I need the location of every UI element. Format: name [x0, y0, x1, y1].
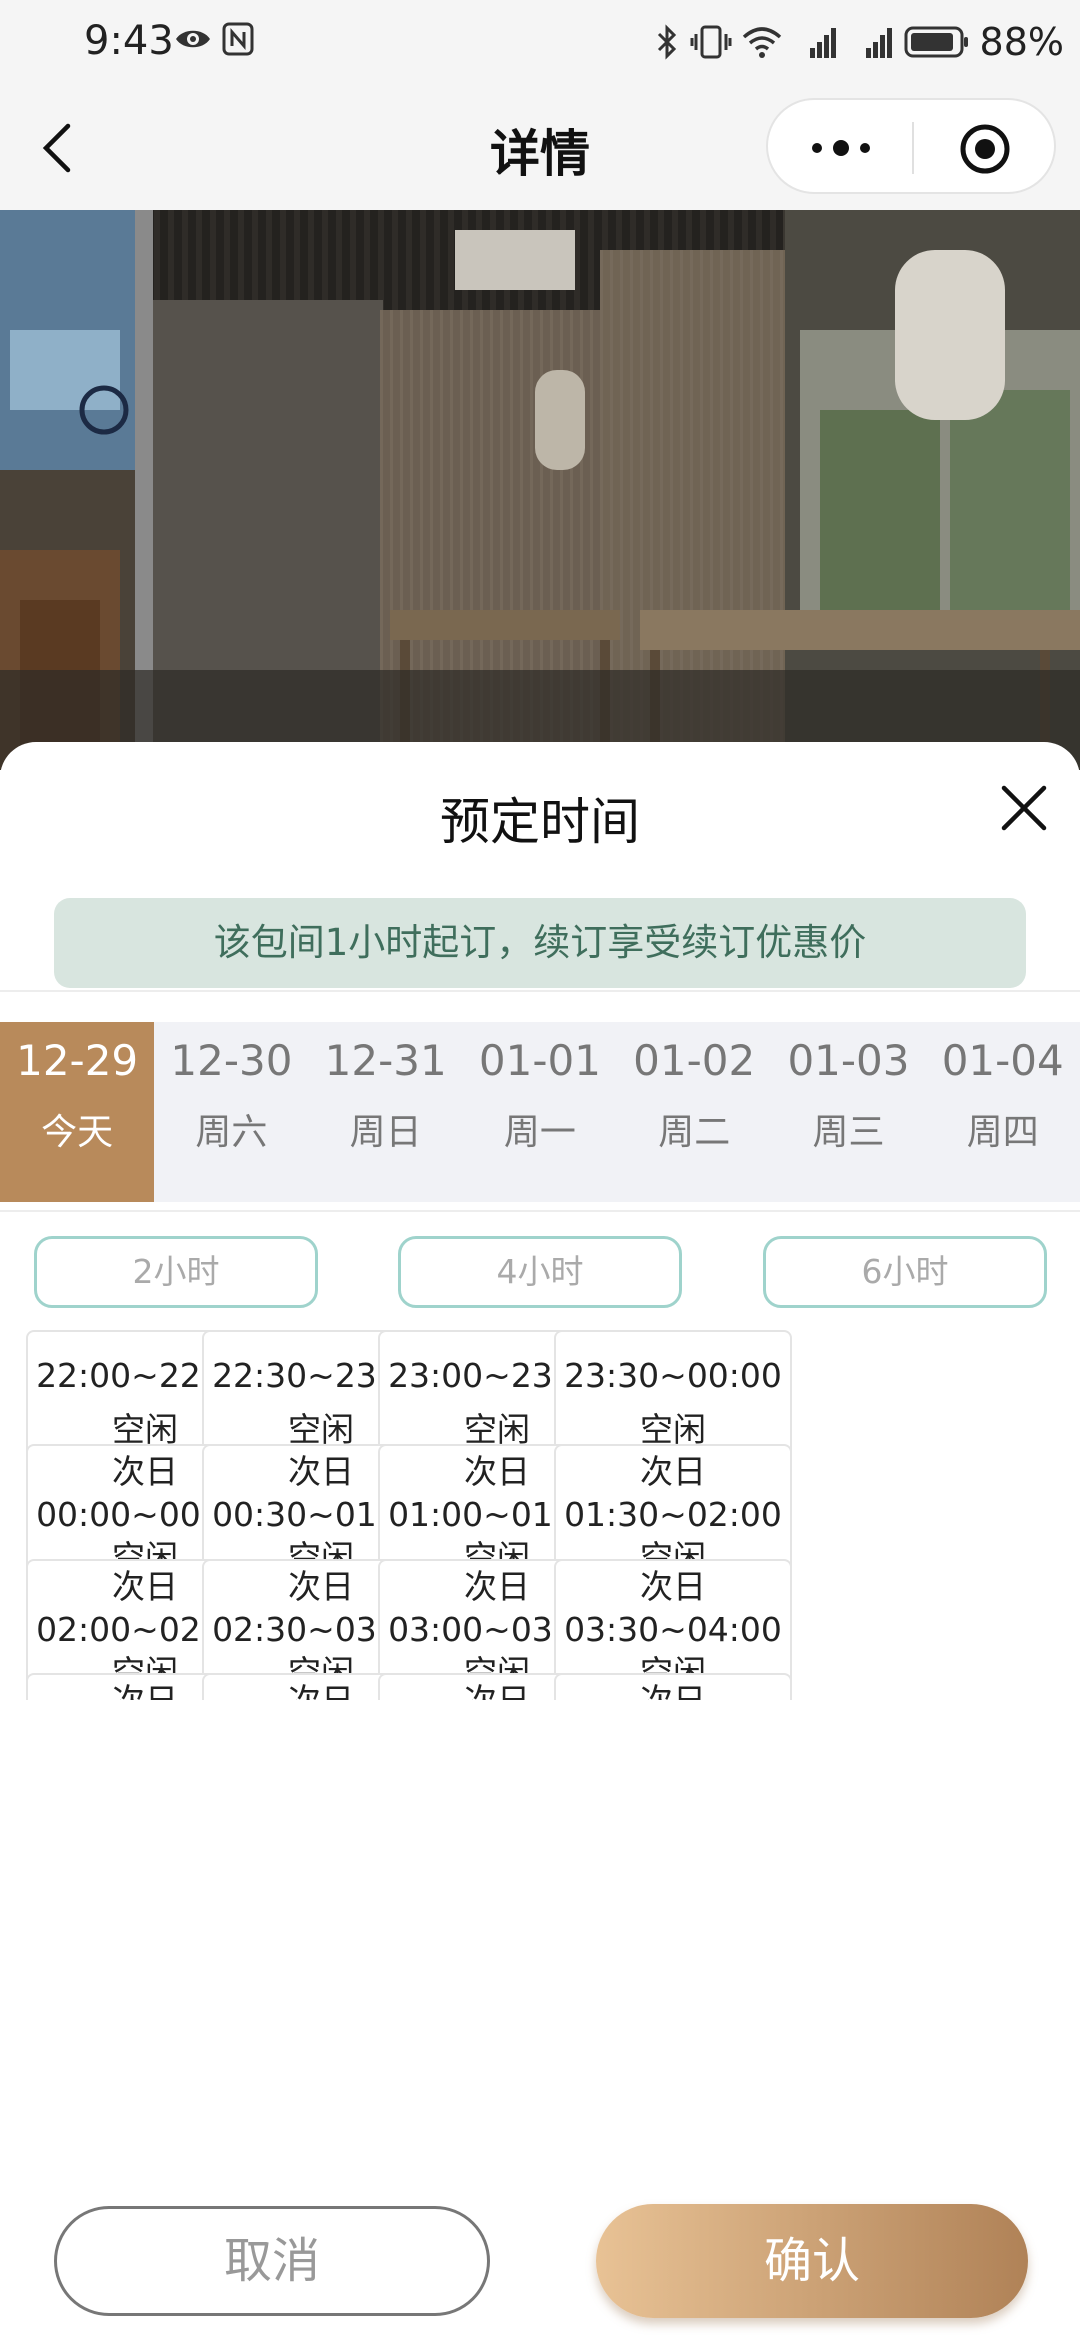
booking-notice: 该包间1小时起订，续订享受续订优惠价 [54, 898, 1026, 988]
room-photo-illustration [0, 210, 1080, 770]
slot-prefix: 次日 [640, 1567, 706, 1606]
capsule-divider [912, 122, 914, 174]
time-slot[interactable]: 次日05:30~06:00空闲 [554, 1673, 792, 1700]
weekday-label: 今天 [41, 1112, 114, 1153]
more-icon[interactable] [808, 130, 874, 166]
date-label: 01-03 [787, 1036, 910, 1085]
date-tab[interactable]: 12-29 今天 [0, 1022, 155, 1202]
status-time: 9:43 [84, 18, 174, 64]
date-tab[interactable]: 12-31 周日 [309, 1022, 463, 1202]
signal-icon [809, 28, 836, 58]
date-tab[interactable]: 12-30 周六 [154, 1022, 308, 1202]
duration-4h-button[interactable]: 4小时 [398, 1236, 682, 1308]
date-label: 12-31 [324, 1036, 447, 1085]
nav-bar: 详情 [0, 84, 1080, 210]
date-label: 01-01 [478, 1036, 601, 1085]
time-slot-grid: 22:00~22:30 空闲 22:30~23:00 空闲 23:00~23:30 空闲 2… [26, 1330, 1056, 1700]
slot-prefix: 次日 [640, 1452, 706, 1491]
nfc-icon [222, 22, 254, 56]
confirm-button[interactable]: 确认 [596, 2204, 1028, 2318]
weekday-label: 周四 [966, 1112, 1039, 1153]
date-label: 01-02 [633, 1036, 756, 1085]
duration-2h-button[interactable]: 2小时 [34, 1236, 318, 1308]
date-label: 12-30 [170, 1036, 293, 1085]
status-bar: 9:43 88% [0, 0, 1080, 84]
battery-icon [904, 26, 968, 58]
date-tab[interactable]: 01-04 周四 [926, 1022, 1080, 1202]
weekday-label: 周三 [812, 1112, 885, 1153]
mini-program-capsule [766, 98, 1056, 194]
vibrate-icon [690, 25, 732, 59]
eye-icon [176, 30, 210, 48]
slot-range: 03:30~04:00 [564, 1610, 782, 1649]
date-label: 01-04 [941, 1036, 1064, 1085]
date-tab[interactable]: 01-02 周二 [617, 1022, 771, 1202]
weekday-label: 周二 [658, 1112, 731, 1153]
wifi-icon [742, 27, 781, 58]
room-photo [0, 210, 1080, 770]
weekday-label: 周日 [349, 1112, 422, 1153]
sheet-title: 预定时间 [440, 793, 640, 851]
close-program-icon[interactable] [958, 122, 1012, 176]
cancel-button[interactable]: 取消 [54, 2206, 490, 2316]
booking-sheet: 预定时间 该包间1小时起订，续订享受续订优惠价 12-29 今天 12-30 周六 12… [0, 742, 1080, 2340]
weekday-label: 周六 [195, 1112, 268, 1153]
battery-percent: 88% [979, 20, 1064, 64]
date-tab[interactable]: 01-01 周一 [463, 1022, 617, 1202]
duration-6h-button[interactable]: 6小时 [763, 1236, 1047, 1308]
slot-prefix: 次日 [556, 1679, 790, 1700]
divider [0, 1210, 1080, 1212]
date-label: 12-29 [16, 1036, 139, 1085]
date-tab[interactable]: 01-03 周三 [771, 1022, 925, 1202]
weekday-label: 周一 [503, 1112, 576, 1153]
slot-range: 23:30~00:00 [564, 1356, 782, 1395]
signal-icon-2 [865, 28, 892, 58]
close-icon[interactable] [1000, 784, 1048, 832]
bluetooth-icon [657, 24, 676, 60]
divider [0, 990, 1080, 992]
slot-range: 01:30~02:00 [564, 1495, 782, 1534]
date-strip: 12-29 今天 12-30 周六 12-31 周日 01-01 周一 01-02 周二 01-03… [0, 1022, 1080, 1202]
